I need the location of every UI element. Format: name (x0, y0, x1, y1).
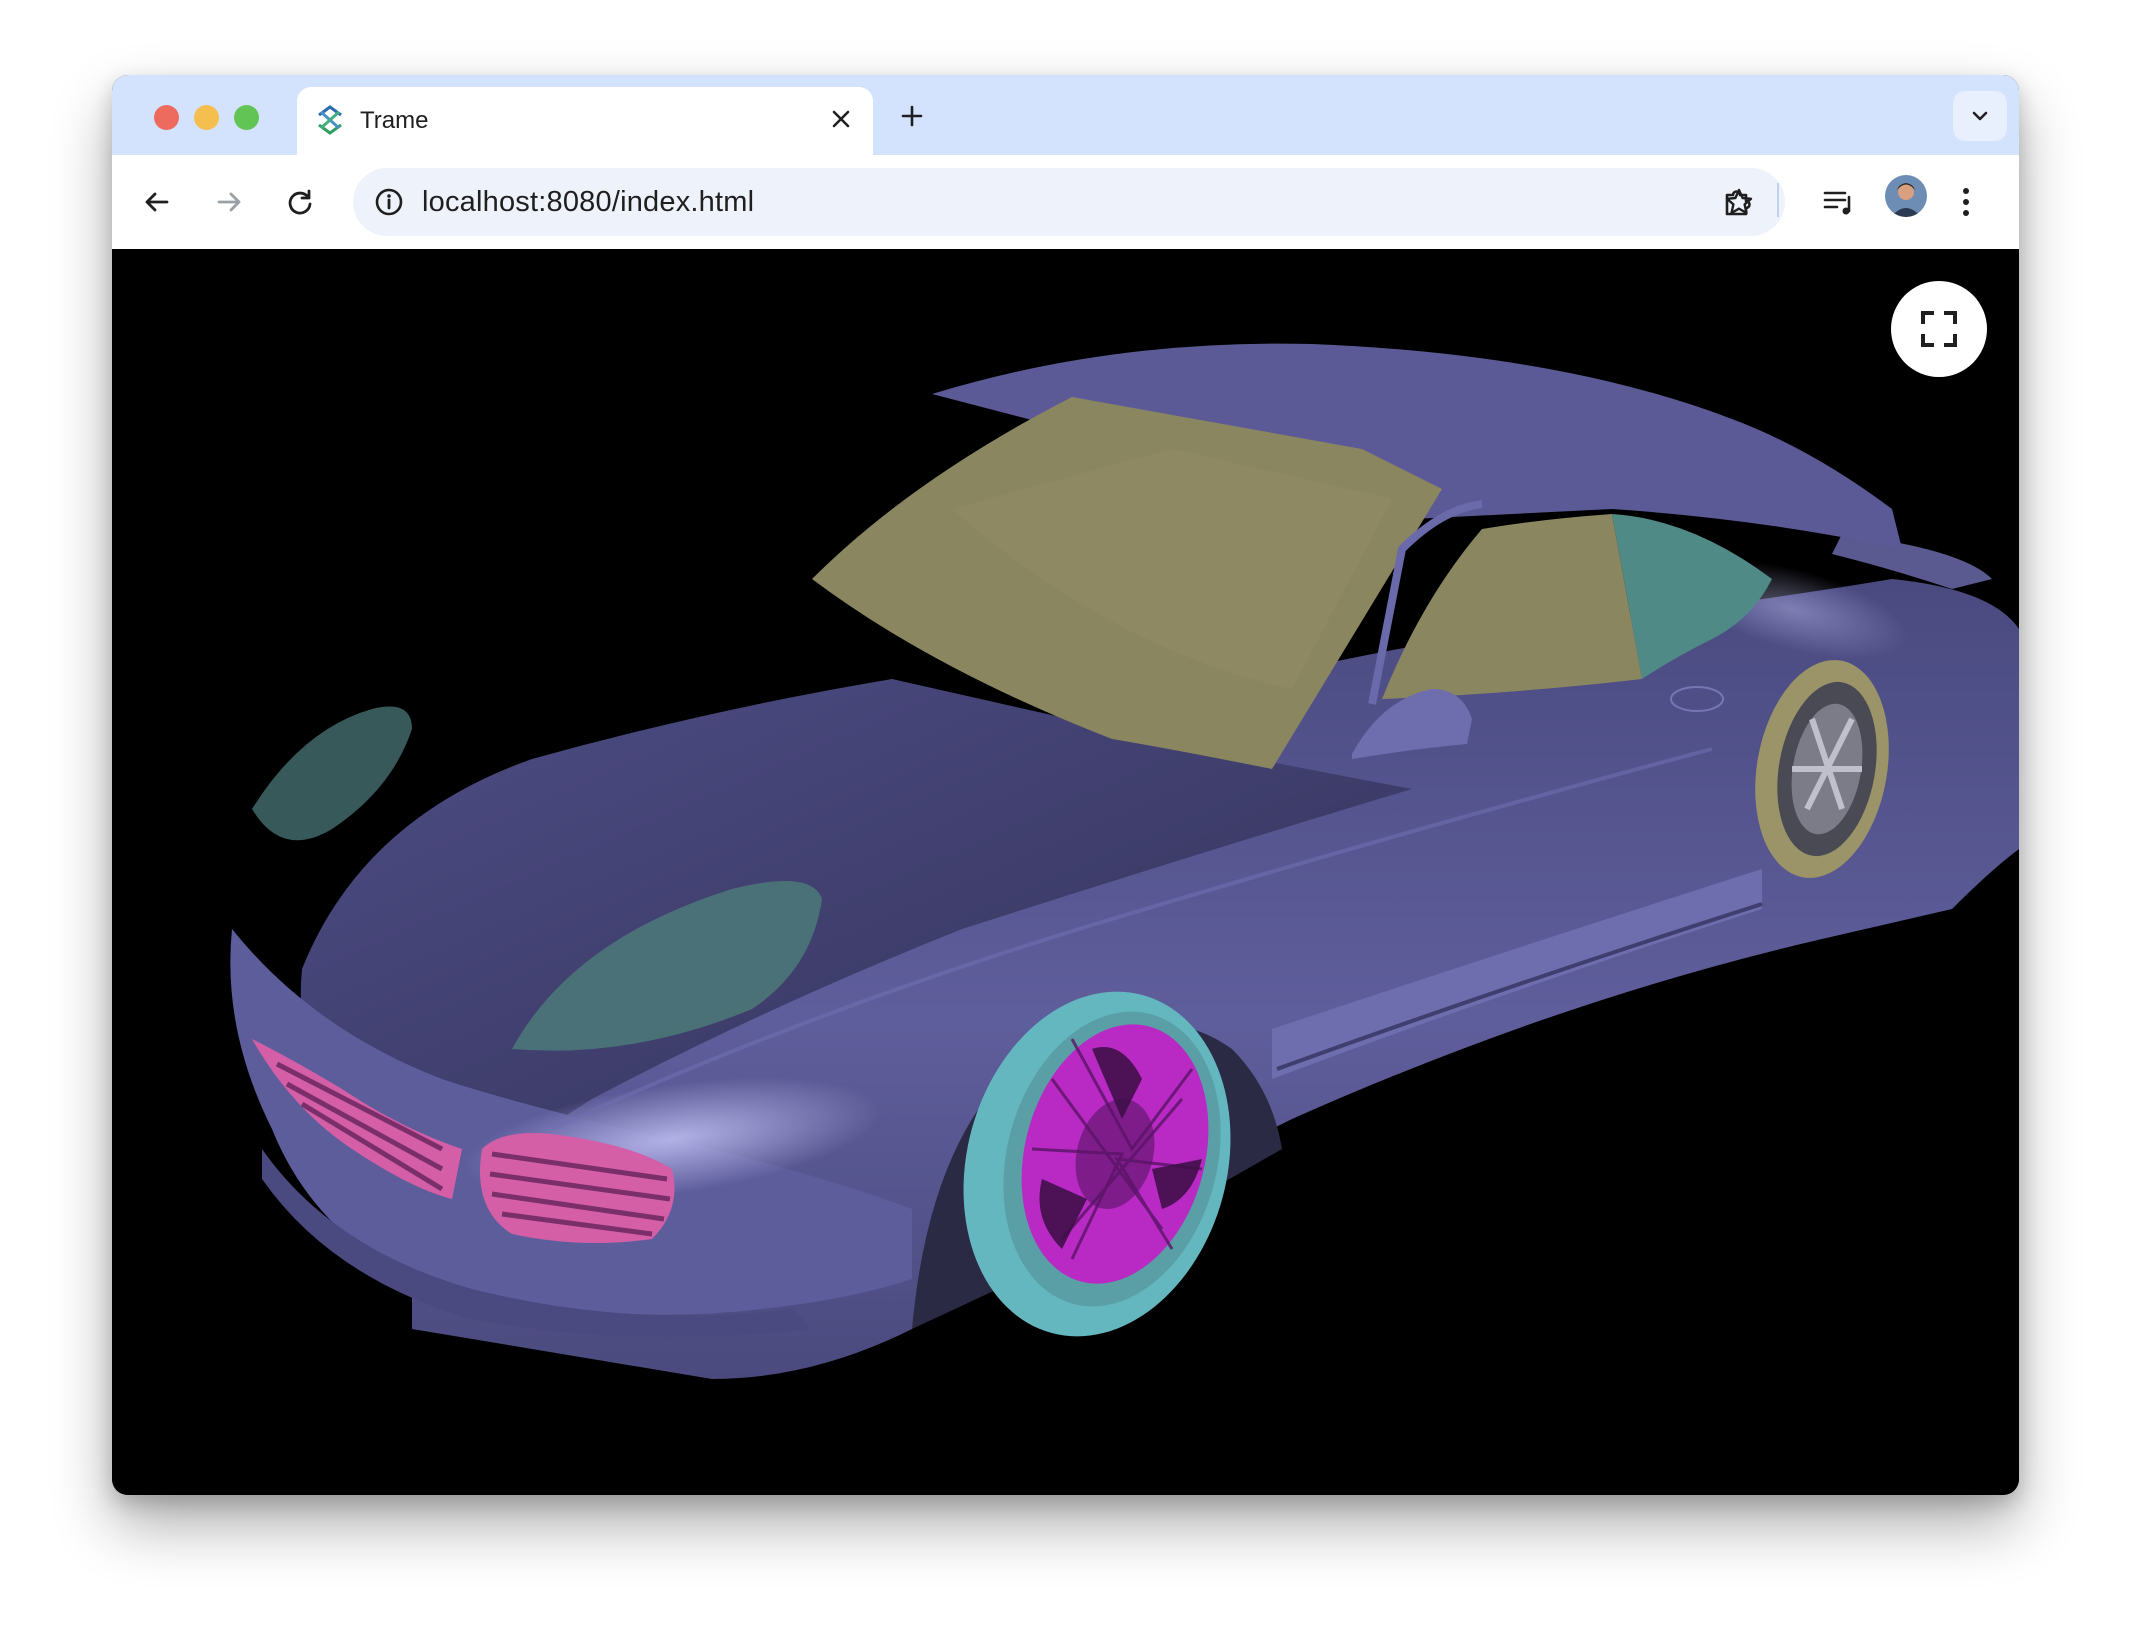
close-window-button[interactable] (154, 105, 179, 130)
address-bar[interactable]: localhost:8080/index.html (353, 168, 1785, 236)
close-icon[interactable] (823, 101, 859, 137)
playlist-icon (1823, 191, 1851, 215)
url-text[interactable]: localhost:8080/index.html (422, 186, 754, 219)
fullscreen-button[interactable] (1891, 281, 1987, 377)
avatar[interactable] (1885, 175, 1927, 217)
tab-title: Trame (360, 107, 429, 134)
reload-icon (288, 189, 312, 215)
render-viewport[interactable] (112, 249, 2019, 1495)
new-tab-button[interactable] (893, 97, 931, 135)
menu-button[interactable] (1941, 177, 1991, 227)
tab-bar: Trame (112, 75, 2019, 155)
info-icon[interactable] (365, 178, 413, 226)
toolbar-divider (1777, 183, 1779, 217)
forward-button[interactable] (204, 177, 254, 227)
back-button[interactable] (132, 177, 182, 227)
more-vert-icon (1963, 188, 1969, 216)
car-model-render (230, 343, 2019, 1379)
arrow-right-icon (217, 192, 241, 212)
trame-logo-icon (313, 103, 347, 137)
media-button[interactable] (1813, 177, 1863, 227)
toolbar: localhost:8080/index.html (112, 155, 2019, 249)
extensions-button[interactable] (1713, 177, 1763, 227)
tab-search-button[interactable] (1953, 91, 2007, 141)
fullscreen-icon (1921, 311, 1957, 347)
tab-trame[interactable]: Trame (297, 87, 873, 155)
maximize-window-button[interactable] (234, 105, 259, 130)
puzzle-icon (1725, 190, 1751, 216)
arrow-left-icon (145, 192, 169, 212)
browser-window: Trame localhost:8080/index.html (112, 75, 2019, 1495)
minimize-window-button[interactable] (194, 105, 219, 130)
reload-button[interactable] (275, 177, 325, 227)
